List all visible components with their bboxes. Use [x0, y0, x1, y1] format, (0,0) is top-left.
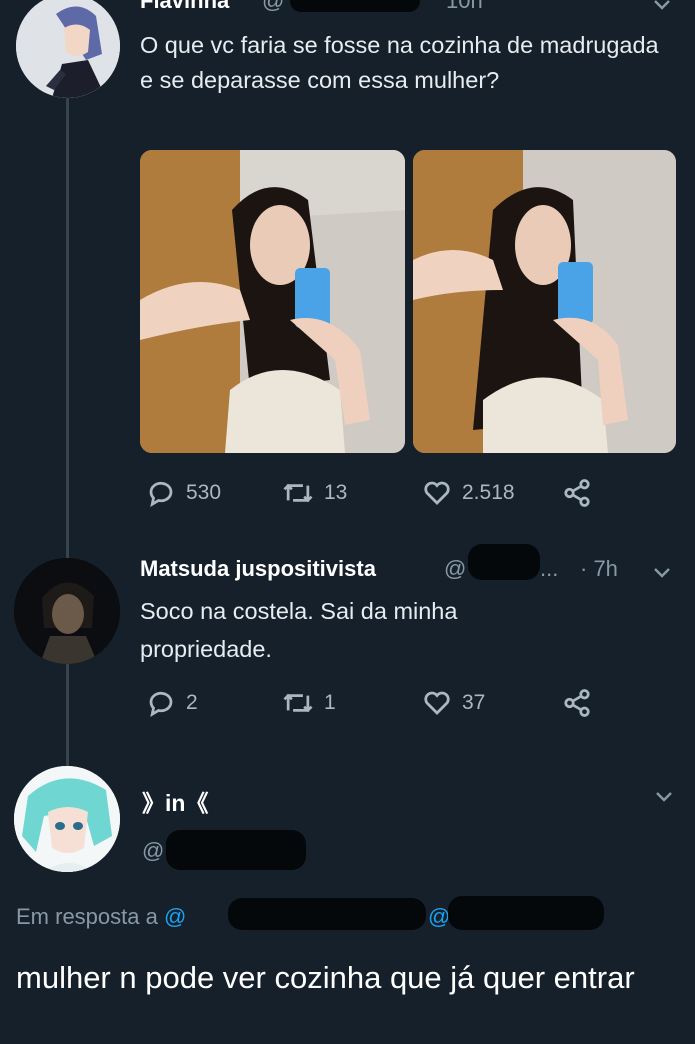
like-count: 2.518 [462, 481, 515, 504]
like-button[interactable]: 2.518 [422, 478, 515, 508]
avatar[interactable] [14, 766, 120, 872]
share-icon [564, 479, 590, 507]
chevron-down-icon[interactable] [650, 0, 674, 16]
author-name[interactable]: Matsuda juspositivista [140, 556, 376, 582]
share-button[interactable] [562, 688, 592, 718]
author-handle[interactable]: @ [444, 556, 466, 582]
reply-mention-2[interactable]: @ [428, 904, 450, 930]
avatar[interactable] [16, 0, 120, 98]
redacted-mention [228, 898, 426, 930]
reply-button[interactable]: 530 [146, 478, 221, 508]
redacted-handle [290, 0, 420, 12]
reply-count: 530 [186, 481, 222, 504]
reply-context: Em resposta a @ [16, 904, 186, 930]
avatar-dark-figure-image [14, 558, 120, 664]
reply-mention-1[interactable]: @ [164, 904, 186, 929]
avatar-anime-girl-image [16, 0, 120, 98]
reply-icon [149, 481, 173, 508]
like-button[interactable]: 37 [422, 688, 485, 718]
thread-line [66, 96, 69, 768]
tweet-time: · 7h [580, 556, 618, 581]
chevron-down-icon[interactable] [652, 784, 676, 808]
retweet-button[interactable]: 1 [282, 688, 336, 718]
retweet-count: 1 [324, 691, 336, 714]
retweet-icon [283, 693, 313, 713]
selfie-photo-right [413, 150, 676, 453]
handle-ellipsis: ... [540, 556, 559, 581]
reply-prefix: Em resposta a [16, 904, 158, 929]
retweet-icon [283, 483, 313, 503]
retweet-count: 13 [324, 481, 348, 504]
tweet-text: mulher n pode ver cozinha que já quer en… [16, 960, 635, 995]
reply-button[interactable]: 2 [146, 688, 198, 718]
like-count: 37 [462, 691, 486, 714]
reply-count: 2 [186, 691, 198, 714]
avatar-anime-character-image [14, 766, 120, 872]
retweet-button[interactable]: 13 [282, 478, 347, 508]
author-name[interactable]: Flavinha [140, 0, 229, 14]
tweet-time: 10h [446, 0, 483, 13]
like-icon [424, 691, 450, 715]
redacted-handle [166, 830, 306, 870]
share-button[interactable] [562, 478, 592, 508]
redacted-handle [468, 544, 540, 580]
tweet-text: Soco na costela. Sai da minha propriedad… [140, 598, 458, 662]
selfie-photo-left [140, 150, 405, 453]
chevron-down-icon[interactable] [650, 560, 674, 584]
reply-icon [149, 691, 173, 718]
share-icon [564, 689, 590, 717]
tweet-photo-1[interactable] [140, 150, 405, 453]
tweet-text: O que vc faria se fosse na cozinha de ma… [140, 32, 659, 93]
author-handle[interactable]: @ [142, 838, 164, 864]
tweet-photo-2[interactable] [413, 150, 676, 453]
author-handle[interactable]: @ [262, 0, 284, 14]
like-icon [424, 481, 450, 505]
redacted-mention [448, 896, 604, 930]
author-name[interactable]: 》in《 [142, 784, 208, 818]
avatar[interactable] [14, 558, 120, 664]
